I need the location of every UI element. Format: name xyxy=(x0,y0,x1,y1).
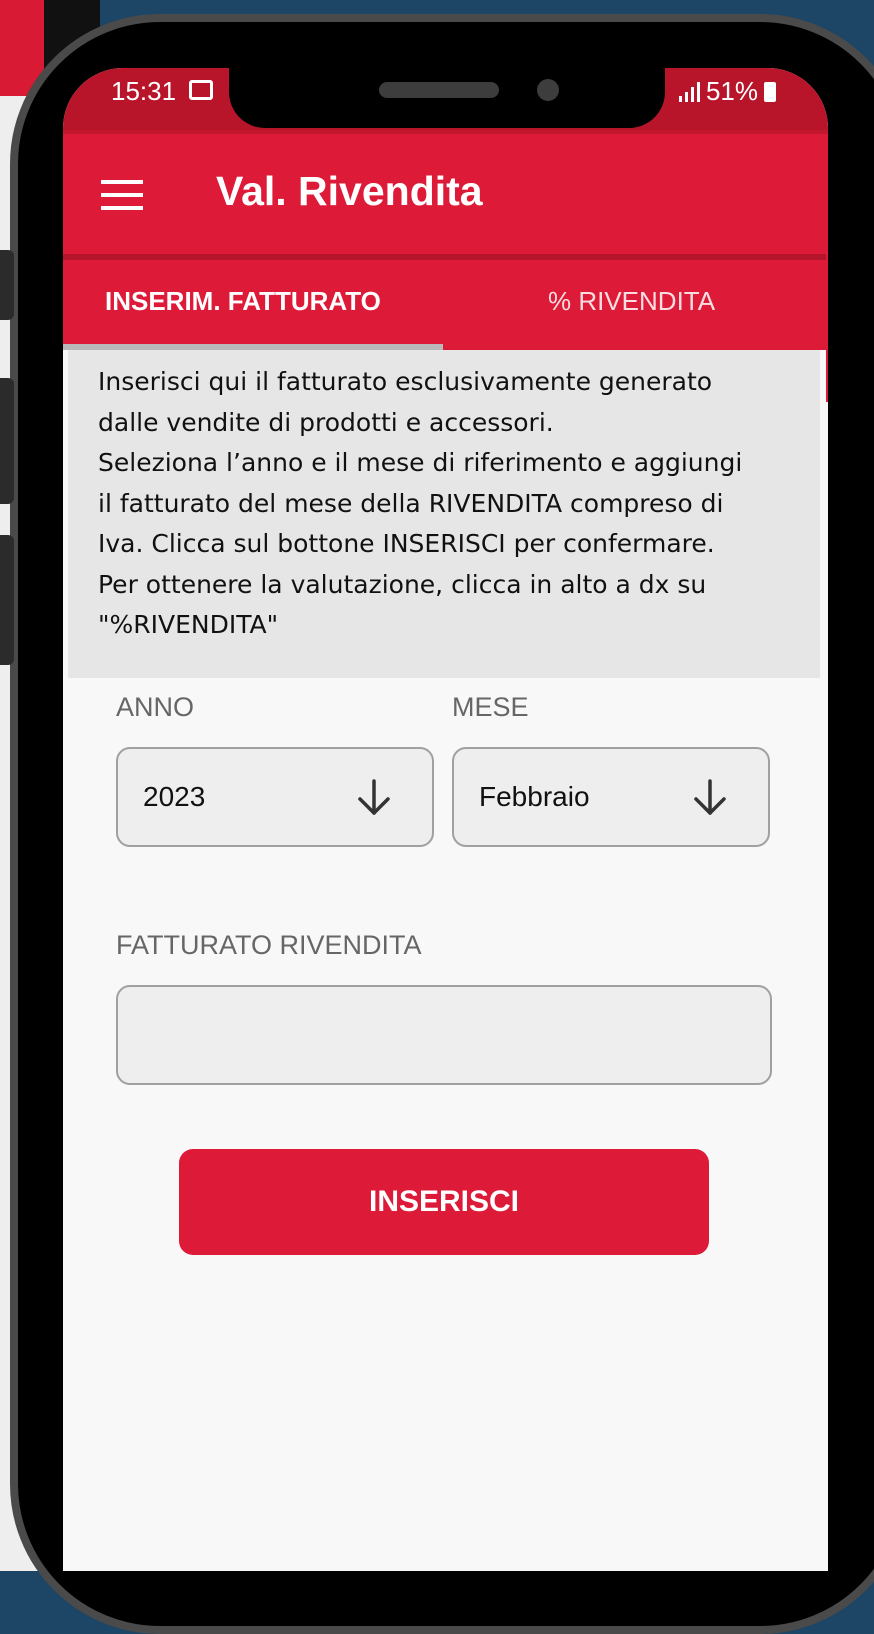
status-right: 51% xyxy=(678,76,776,107)
camera-icon xyxy=(537,79,559,101)
battery-text: 51% xyxy=(705,76,758,106)
revenue-label: FATTURATO RIVENDITA xyxy=(116,930,422,960)
app-screen: 15:31 51% Val. Rivendita INSERIM. FATTUR… xyxy=(63,68,828,1571)
tab-rivendita[interactable]: % RIVENDITA xyxy=(548,286,715,317)
page-title: Val. Rivendita xyxy=(216,168,483,214)
menu-icon[interactable] xyxy=(101,180,143,210)
year-select[interactable]: 2023 xyxy=(116,747,434,847)
signal-icon xyxy=(678,81,700,102)
phone-side-button xyxy=(0,378,14,504)
battery-icon xyxy=(764,81,776,102)
revenue-input[interactable] xyxy=(116,985,772,1085)
info-line: "%RIVENDITA" xyxy=(98,610,279,639)
info-box: Inserisci qui il fatturato esclusivament… xyxy=(68,350,820,678)
screen-edge xyxy=(826,222,828,402)
year-label: ANNO xyxy=(116,692,195,722)
arrow-down-icon xyxy=(694,779,726,815)
tab-inserim-fatturato[interactable]: INSERIM. FATTURATO xyxy=(105,286,381,317)
info-line: il fatturato del mese della RIVENDITA co… xyxy=(98,488,724,518)
app-bar: Val. Rivendita xyxy=(63,130,828,260)
speaker-icon xyxy=(379,82,499,98)
info-line: Iva. Clicca sul bottone INSERISCI per co… xyxy=(98,529,715,558)
inserisci-button[interactable]: INSERISCI xyxy=(179,1149,709,1255)
camera-notch xyxy=(229,68,665,128)
info-line: Per ottenere la valutazione, clicca in a… xyxy=(98,569,707,599)
month-value: Febbraio xyxy=(479,781,590,812)
month-label: MESE xyxy=(452,692,529,722)
info-line: Seleziona l’anno e il mese di riferiment… xyxy=(98,448,743,477)
phone-side-button xyxy=(0,535,14,665)
phone-side-button xyxy=(0,250,14,320)
status-time: 15:31 xyxy=(111,76,177,106)
info-line: dalle vendite di prodotti e accessori. xyxy=(98,407,554,437)
year-value: 2023 xyxy=(143,781,206,812)
tab-bar: INSERIM. FATTURATO % RIVENDITA xyxy=(63,254,828,350)
month-select[interactable]: Febbraio xyxy=(452,747,770,847)
image-icon xyxy=(189,80,213,100)
arrow-down-icon xyxy=(358,779,390,815)
info-line: Inserisci qui il fatturato esclusivament… xyxy=(98,367,713,396)
